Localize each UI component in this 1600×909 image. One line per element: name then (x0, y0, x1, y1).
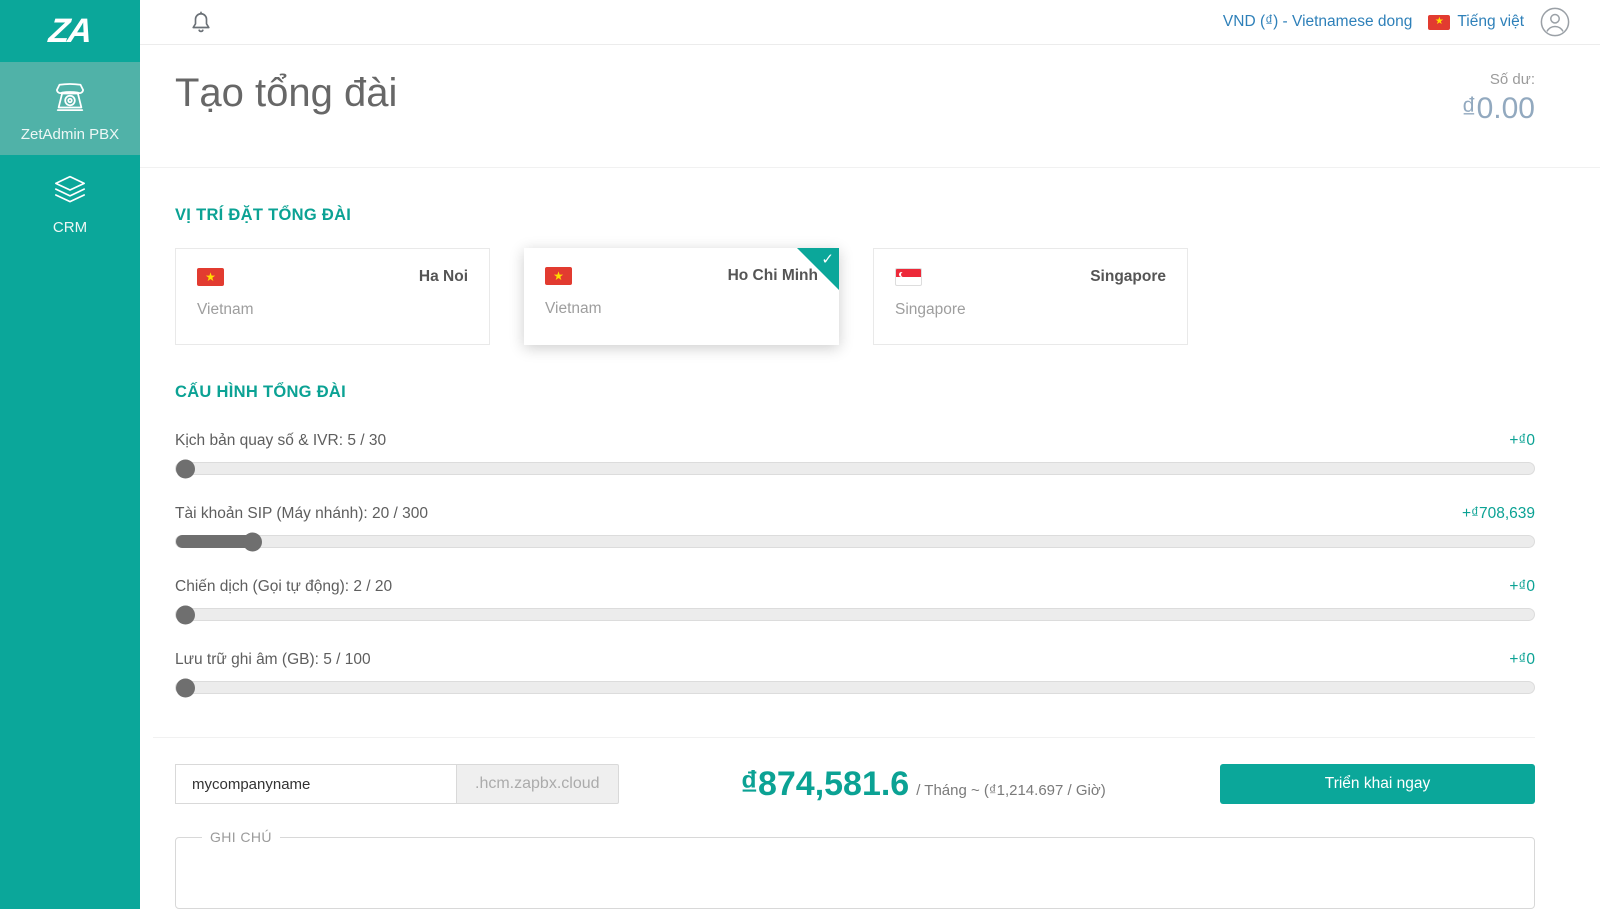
location-card-singapore[interactable]: Singapore Singapore (873, 248, 1188, 345)
slider-price: +₫0 (1509, 432, 1535, 450)
slider-thumb[interactable] (176, 459, 195, 478)
slider-label: Chiến dịch (Gọi tự động): 2 / 20 (175, 578, 392, 596)
slider-price: +₫0 (1509, 651, 1535, 669)
slider-thumb[interactable] (176, 678, 195, 697)
location-card-hochiminh[interactable]: ★ Ho Chi Minh Vietnam ✓ (524, 248, 839, 345)
main-content: VỊ TRÍ ĐẶT TỔNG ĐÀI ★ Ha Noi Vietnam ★ H… (140, 206, 1600, 909)
notes-label: GHI CHÚ (202, 829, 280, 845)
price-summary: ₫874,581.6 / Tháng ~ (₫1,214.697 / Giờ) (741, 765, 1106, 804)
phone-icon (48, 75, 92, 119)
card-city: Ha Noi (419, 268, 468, 286)
balance: Số dư: ₫0.00 (1461, 71, 1535, 126)
slider-price: +₫708,639 (1462, 505, 1535, 523)
config-section-heading: CẤU HÌNH TỔNG ĐÀI (175, 383, 1535, 402)
sidebar-item-zetadmin-pbx[interactable]: ZetAdmin PBX (0, 62, 140, 155)
price-detail: / Tháng ~ (₫1,214.697 / Giờ) (916, 782, 1105, 799)
slider-label: Lưu trữ ghi âm (GB): 5 / 100 (175, 651, 371, 669)
footer-row: .hcm.zapbx.cloud ₫874,581.6 / Tháng ~ (₫… (175, 764, 1535, 804)
deploy-button[interactable]: Triển khai ngay (1220, 764, 1535, 804)
domain-suffix: .hcm.zapbx.cloud (456, 764, 619, 804)
sidebar: ZA ZetAdmin PBX CRM (0, 0, 140, 909)
slider-head: Tài khoản SIP (Máy nhánh): 20 / 300 +₫70… (175, 505, 1535, 523)
slider-head: Lưu trữ ghi âm (GB): 5 / 100 +₫0 (175, 651, 1535, 669)
app-logo[interactable]: ZA (0, 0, 140, 62)
location-card-hanoi[interactable]: ★ Ha Noi Vietnam (175, 248, 490, 345)
page-header: Tạo tổng đài Số dư: ₫0.00 (140, 45, 1600, 168)
slider-track[interactable] (175, 462, 1535, 475)
currency-selector[interactable]: VND (₫) - Vietnamese dong (1223, 13, 1412, 31)
slider-head: Chiến dịch (Gọi tự động): 2 / 20 +₫0 (175, 578, 1535, 596)
sidebar-item-label: ZetAdmin PBX (21, 126, 119, 143)
slider-price: +₫0 (1509, 578, 1535, 596)
vietnam-flag-icon: ★ (1428, 15, 1450, 30)
domain-group: .hcm.zapbx.cloud (175, 764, 619, 804)
language-selector[interactable]: ★ Tiếng việt (1428, 13, 1524, 31)
page-title: Tạo tổng đài (175, 71, 397, 116)
balance-value: ₫0.00 (1461, 92, 1535, 126)
sidebar-item-crm[interactable]: CRM (0, 155, 140, 248)
card-country: Vietnam (197, 301, 468, 319)
singapore-flag-icon (895, 268, 922, 286)
card-country: Singapore (895, 301, 1166, 319)
section-divider (153, 737, 1535, 738)
notes-input[interactable] (190, 849, 1520, 904)
location-section-heading: VỊ TRÍ ĐẶT TỔNG ĐÀI (175, 206, 1535, 225)
slider-track[interactable] (175, 681, 1535, 694)
slider-head: Kịch bản quay số & IVR: 5 / 30 +₫0 (175, 432, 1535, 450)
topbar: VND (₫) - Vietnamese dong ★ Tiếng việt (140, 0, 1600, 45)
card-country: Vietnam (545, 300, 818, 318)
user-avatar-icon[interactable] (1540, 7, 1570, 37)
slider-track[interactable] (175, 608, 1535, 621)
topbar-right: VND (₫) - Vietnamese dong ★ Tiếng việt (1223, 7, 1570, 37)
balance-label: Số dư: (1461, 71, 1535, 88)
slider-thumb[interactable] (176, 605, 195, 624)
notifications-bell-icon[interactable] (190, 10, 212, 34)
price-monthly: ₫874,581.6 (741, 765, 910, 804)
slider-fill (176, 535, 253, 548)
slider-sip: Tài khoản SIP (Máy nhánh): 20 / 300 +₫70… (175, 505, 1535, 548)
slider-label: Kịch bản quay số & IVR: 5 / 30 (175, 432, 386, 450)
slider-thumb[interactable] (243, 532, 262, 551)
slider-storage: Lưu trữ ghi âm (GB): 5 / 100 +₫0 (175, 651, 1535, 694)
slider-ivr: Kịch bản quay số & IVR: 5 / 30 +₫0 (175, 432, 1535, 475)
slider-track[interactable] (175, 535, 1535, 548)
location-cards: ★ Ha Noi Vietnam ★ Ho Chi Minh Vietnam ✓… (175, 248, 1535, 345)
vietnam-flag-icon: ★ (545, 267, 572, 285)
slider-label: Tài khoản SIP (Máy nhánh): 20 / 300 (175, 505, 428, 523)
layers-icon (48, 168, 92, 212)
logo-text: ZA (47, 12, 92, 51)
sidebar-item-label: CRM (53, 219, 87, 236)
check-icon: ✓ (821, 250, 834, 268)
currency-label: VND (₫) - Vietnamese dong (1223, 13, 1412, 31)
card-top: Singapore (895, 268, 1166, 286)
card-top: ★ Ho Chi Minh (545, 267, 818, 285)
subdomain-input[interactable] (175, 764, 456, 804)
vietnam-flag-icon: ★ (197, 268, 224, 286)
language-label: Tiếng việt (1457, 13, 1524, 31)
card-city: Singapore (1090, 268, 1166, 286)
card-top: ★ Ha Noi (197, 268, 468, 286)
notes-fieldset: GHI CHÚ (175, 829, 1535, 909)
slider-campaign: Chiến dịch (Gọi tự động): 2 / 20 +₫0 (175, 578, 1535, 621)
